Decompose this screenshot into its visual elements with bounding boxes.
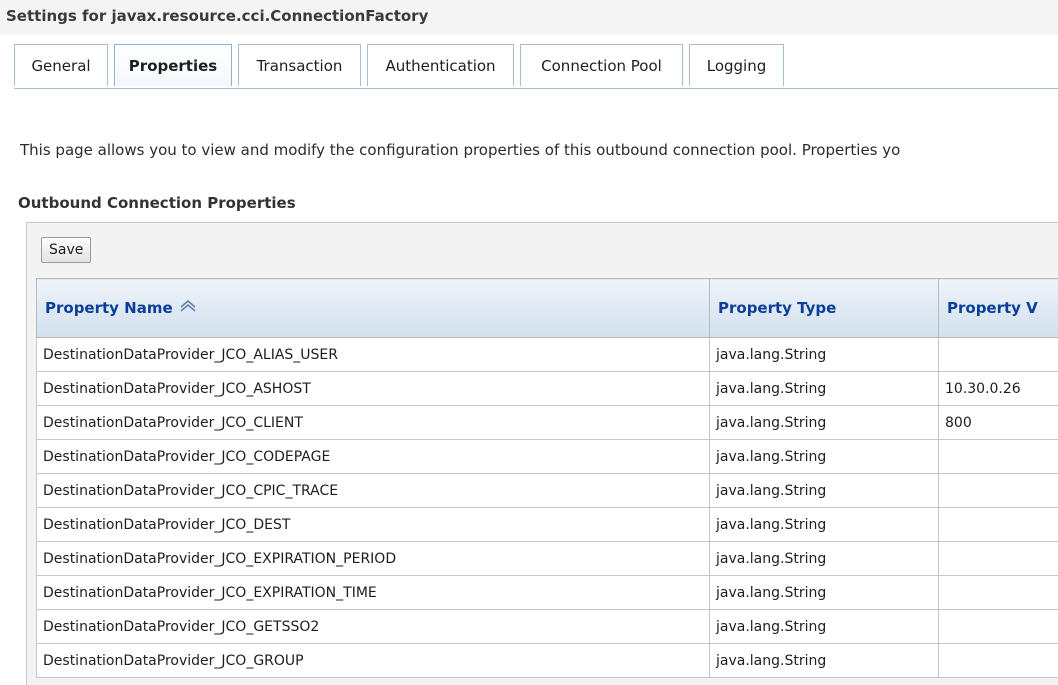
property-value-cell[interactable] [938, 541, 1058, 576]
settings-page: Settings for javax.resource.cci.Connecti… [0, 0, 1058, 685]
property-type-cell: java.lang.String [709, 473, 939, 508]
property-type-cell: java.lang.String [709, 575, 939, 610]
tab-bar: General Properties Transaction Authentic… [14, 44, 790, 88]
page-description: This page allows you to view and modify … [20, 141, 901, 159]
table-row: DestinationDataProvider_JCO_ASHOST java.… [36, 371, 1058, 406]
property-type-cell: java.lang.String [709, 643, 939, 678]
title-bar: Settings for javax.resource.cci.Connecti… [0, 0, 1058, 34]
property-value-cell[interactable]: 10.30.0.26 [938, 371, 1058, 406]
tab-logging[interactable]: Logging [689, 44, 784, 86]
property-type-cell: java.lang.String [709, 507, 939, 542]
tab-connection-pool[interactable]: Connection Pool [520, 44, 683, 86]
property-name-cell: DestinationDataProvider_JCO_GROUP [36, 643, 710, 678]
property-type-cell: java.lang.String [709, 609, 939, 644]
property-name-cell: DestinationDataProvider_JCO_EXPIRATION_T… [36, 575, 710, 610]
table-row: DestinationDataProvider_JCO_EXPIRATION_P… [36, 541, 1058, 576]
property-value-cell[interactable] [938, 643, 1058, 678]
property-value-cell[interactable] [938, 439, 1058, 474]
tab-general[interactable]: General [14, 44, 108, 86]
table-row: DestinationDataProvider_JCO_ALIAS_USER j… [36, 337, 1058, 372]
property-value-cell[interactable] [938, 507, 1058, 542]
property-name-cell: DestinationDataProvider_JCO_CPIC_TRACE [36, 473, 710, 508]
tab-authentication[interactable]: Authentication [367, 44, 514, 86]
table-header-row: Property Name Property Type Property V [36, 278, 1058, 338]
properties-table: Property Name Property Type Property V D… [36, 278, 1058, 678]
tab-divider [14, 88, 1058, 89]
property-name-cell: DestinationDataProvider_JCO_EXPIRATION_P… [36, 541, 710, 576]
property-name-cell: DestinationDataProvider_JCO_ASHOST [36, 371, 710, 406]
property-value-cell[interactable] [938, 575, 1058, 610]
column-header-property-value[interactable]: Property V [938, 278, 1058, 338]
save-button[interactable]: Save [41, 237, 92, 263]
tab-properties[interactable]: Properties [114, 44, 232, 86]
column-header-property-name[interactable]: Property Name [36, 278, 710, 338]
property-value-cell[interactable] [938, 473, 1058, 508]
property-value-cell[interactable] [938, 337, 1058, 372]
column-header-property-type[interactable]: Property Type [709, 278, 939, 338]
property-type-cell: java.lang.String [709, 439, 939, 474]
property-value-cell[interactable] [938, 609, 1058, 644]
table-row: DestinationDataProvider_JCO_CODEPAGE jav… [36, 439, 1058, 474]
table-row: DestinationDataProvider_JCO_DEST java.la… [36, 507, 1058, 542]
column-header-label: Property Name [45, 298, 173, 317]
property-name-cell: DestinationDataProvider_JCO_ALIAS_USER [36, 337, 710, 372]
property-type-cell: java.lang.String [709, 371, 939, 406]
sort-ascending-icon[interactable] [179, 299, 197, 317]
tab-transaction[interactable]: Transaction [238, 44, 361, 86]
property-type-cell: java.lang.String [709, 405, 939, 440]
property-name-cell: DestinationDataProvider_JCO_DEST [36, 507, 710, 542]
table-row: DestinationDataProvider_JCO_GETSSO2 java… [36, 609, 1058, 644]
property-type-cell: java.lang.String [709, 337, 939, 372]
property-value-cell[interactable]: 800 [938, 405, 1058, 440]
property-name-cell: DestinationDataProvider_JCO_CLIENT [36, 405, 710, 440]
section-title: Outbound Connection Properties [18, 194, 296, 212]
property-name-cell: DestinationDataProvider_JCO_GETSSO2 [36, 609, 710, 644]
property-type-cell: java.lang.String [709, 541, 939, 576]
property-name-cell: DestinationDataProvider_JCO_CODEPAGE [36, 439, 710, 474]
table-row: DestinationDataProvider_JCO_CPIC_TRACE j… [36, 473, 1058, 508]
table-row: DestinationDataProvider_JCO_GROUP java.l… [36, 643, 1058, 678]
table-row: DestinationDataProvider_JCO_CLIENT java.… [36, 405, 1058, 440]
table-row: DestinationDataProvider_JCO_EXPIRATION_T… [36, 575, 1058, 610]
page-title: Settings for javax.resource.cci.Connecti… [6, 7, 429, 25]
